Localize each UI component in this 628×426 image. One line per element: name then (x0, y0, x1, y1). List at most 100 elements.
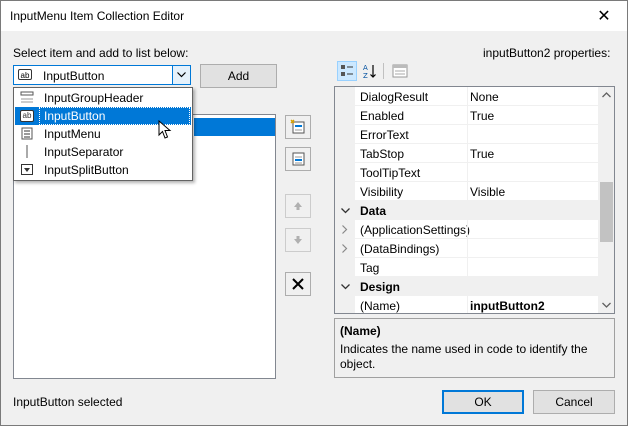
property-row-tabstop[interactable]: TabStop True (335, 144, 598, 163)
row-gutter (335, 106, 355, 125)
collapse-chevron-icon[interactable] (335, 201, 355, 220)
cancel-button-label: Cancel (555, 395, 593, 409)
categorized-icon (341, 65, 353, 76)
value-separator (467, 144, 468, 163)
property-row-databindings[interactable]: (DataBindings) (335, 239, 598, 258)
category-row-data[interactable]: Data (335, 201, 598, 220)
row-gutter (335, 296, 355, 313)
property-row-visibility[interactable]: Visibility Visible (335, 182, 598, 201)
value-separator (467, 220, 468, 239)
select-item-label: Select item and add to list below: (13, 46, 189, 60)
close-icon[interactable]: ✕ (581, 1, 627, 31)
input-button-icon: ab (20, 110, 34, 122)
sort-az-icon: A Z (363, 64, 376, 79)
add-button[interactable]: Add (200, 64, 277, 88)
group-header-icon (20, 91, 34, 104)
dropdown-item-label: InputButton (44, 109, 106, 123)
property-name: ToolTipText (360, 166, 421, 180)
property-row-tooltiptext[interactable]: ToolTipText (335, 163, 598, 182)
property-row-applicationsettings[interactable]: (ApplicationSettings) (335, 220, 598, 239)
property-name: (ApplicationSettings) (360, 223, 471, 237)
row-gutter (335, 163, 355, 182)
property-name: Enabled (360, 109, 405, 123)
alphabetical-button[interactable]: A Z (360, 61, 380, 81)
move-down-button[interactable] (285, 228, 311, 252)
row-gutter (335, 87, 355, 106)
input-button-icon: ab (18, 69, 32, 80)
value-separator (467, 87, 468, 106)
mouse-cursor-icon (158, 120, 172, 139)
value-separator (467, 125, 468, 144)
insert-item-icon (290, 119, 305, 134)
scroll-thumb[interactable] (600, 182, 613, 242)
value-separator (467, 106, 468, 125)
property-value[interactable]: Visible (470, 185, 505, 199)
dropdown-item-inputsplitbutton[interactable]: InputSplitButton (15, 161, 191, 179)
insert-item-button[interactable] (285, 115, 311, 139)
property-value[interactable]: True (470, 147, 494, 161)
input-menu-icon (20, 127, 34, 140)
svg-text:Z: Z (363, 72, 368, 79)
value-separator (467, 258, 468, 277)
expand-chevron-icon[interactable] (335, 220, 355, 239)
category-name: Data (360, 204, 387, 218)
split-button-icon (20, 163, 34, 176)
property-pages-button[interactable] (390, 61, 410, 81)
row-gutter (335, 258, 355, 277)
description-text: Indicates the name used in code to ident… (340, 342, 588, 371)
add-button-label: Add (227, 69, 250, 83)
ok-button-label: OK (474, 395, 492, 409)
property-value[interactable]: inputButton2 (470, 299, 545, 313)
cancel-button[interactable]: Cancel (533, 390, 615, 414)
property-name: Tag (360, 261, 380, 275)
dropdown-item-label: InputSplitButton (44, 163, 129, 177)
categorized-button[interactable] (337, 61, 357, 81)
chevron-down-icon[interactable] (172, 66, 190, 84)
title-bar: InputMenu Item Collection Editor ✕ (1, 1, 627, 31)
collapse-chevron-icon[interactable] (335, 277, 355, 296)
property-name: Visibility (360, 185, 404, 199)
window-title: InputMenu Item Collection Editor (10, 9, 185, 23)
add-item-icon (292, 152, 305, 166)
dropdown-item-label: InputSeparator (44, 145, 124, 159)
status-text: InputButton selected (13, 395, 123, 409)
value-separator (467, 182, 468, 201)
property-name: (Name) (360, 299, 401, 313)
property-name: DialogResult (360, 90, 429, 104)
dropdown-item-inputseparator[interactable]: InputSeparator (15, 143, 191, 161)
dropdown-item-inputgroupheader[interactable]: InputGroupHeader (15, 89, 191, 107)
add-item-button[interactable] (285, 147, 311, 171)
svg-text:A: A (363, 64, 368, 72)
property-name: (DataBindings) (360, 242, 440, 256)
description-panel: (Name) Indicates the name used in code t… (334, 318, 615, 378)
property-pages-icon (392, 64, 408, 78)
description-title: (Name) (340, 324, 381, 338)
delete-icon (292, 278, 304, 290)
property-row-name[interactable]: (Name) inputButton2 (335, 296, 598, 313)
property-row-tag[interactable]: Tag (335, 258, 598, 277)
scroll-up-icon[interactable] (598, 87, 614, 103)
property-row-errortext[interactable]: ErrorText (335, 125, 598, 144)
row-gutter (335, 144, 355, 163)
move-up-button[interactable] (285, 194, 311, 218)
list-item-selected[interactable] (194, 118, 275, 136)
ok-button[interactable]: OK (442, 390, 524, 414)
row-gutter (335, 125, 355, 144)
category-name: Design (360, 280, 401, 294)
item-type-combo[interactable]: ab InputButton (13, 65, 191, 85)
expand-chevron-icon[interactable] (335, 239, 355, 258)
property-value[interactable]: True (470, 109, 494, 123)
property-row-enabled[interactable]: Enabled True (335, 106, 598, 125)
scroll-down-icon[interactable] (598, 297, 614, 313)
properties-label: inputButton2 properties: (483, 46, 611, 60)
category-row-design[interactable]: Design (335, 277, 598, 296)
arrow-down-icon (294, 236, 302, 244)
dropdown-item-label: InputMenu (44, 127, 101, 141)
property-grid-scrollbar[interactable] (598, 87, 614, 313)
property-row-dialogresult[interactable]: DialogResult None (335, 87, 598, 106)
row-gutter (335, 182, 355, 201)
value-separator (467, 296, 468, 313)
remove-item-button[interactable] (285, 272, 311, 296)
property-value[interactable]: None (470, 90, 499, 104)
property-grid[interactable]: DialogResult None Enabled True ErrorText… (334, 86, 615, 314)
